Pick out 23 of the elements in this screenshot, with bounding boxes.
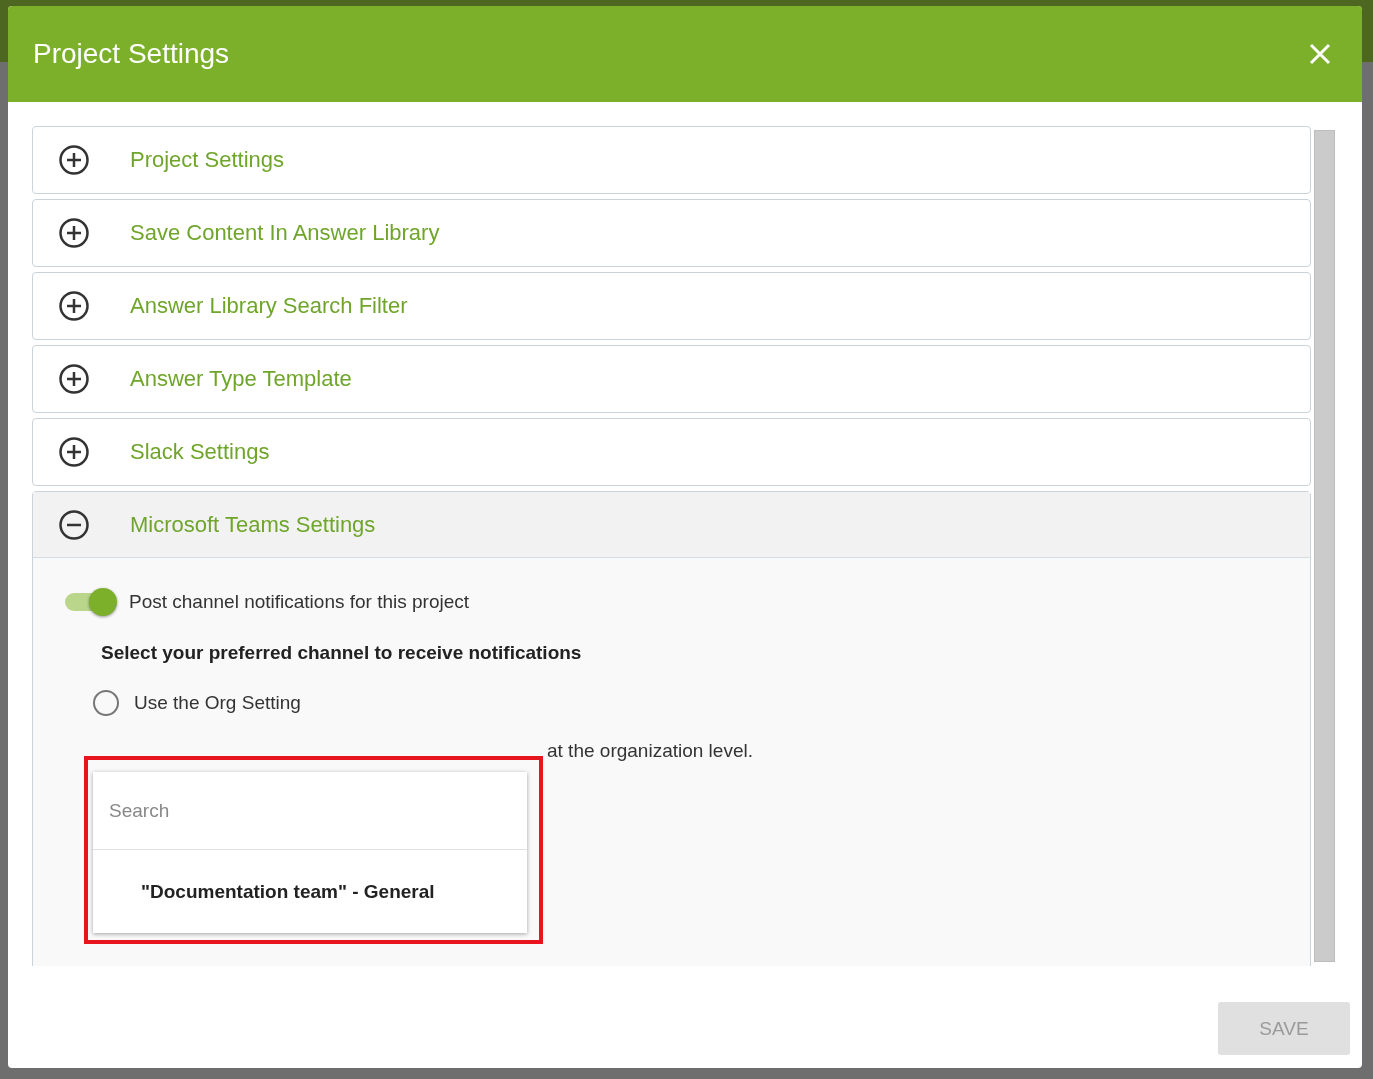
- accordion-header[interactable]: Slack Settings: [33, 419, 1310, 485]
- scrollbar[interactable]: [1314, 130, 1335, 962]
- org-note: at the organization level.: [547, 740, 753, 761]
- expand-icon: [58, 436, 90, 468]
- dropdown-option[interactable]: "Documentation team" - General: [93, 850, 527, 933]
- close-icon[interactable]: [1308, 42, 1332, 66]
- collapse-icon: [58, 508, 90, 541]
- expand-icon: [58, 144, 90, 176]
- radio-label: Use the Org Setting: [134, 692, 301, 714]
- expand-icon: [58, 363, 90, 395]
- accordion-header[interactable]: Answer Library Search Filter: [33, 273, 1310, 339]
- accordion-header[interactable]: Project Settings: [33, 127, 1310, 193]
- section-heading: Select your preferred channel to receive notifications: [101, 642, 583, 664]
- radio-button[interactable]: [93, 690, 119, 716]
- expand-icon: [58, 290, 90, 322]
- accordion-header[interactable]: Save Content In Answer Library: [33, 200, 1310, 266]
- toggle-switch[interactable]: [65, 588, 117, 616]
- expand-icon: [58, 217, 90, 249]
- toggle-label: Post channel notifications for this project: [129, 591, 470, 613]
- search-field[interactable]: Search: [93, 772, 527, 850]
- accordion-header[interactable]: Microsoft Teams Settings: [33, 492, 1310, 558]
- dialog-title: Project Settings: [33, 38, 230, 70]
- accordion-header[interactable]: Answer Type Template: [33, 346, 1310, 412]
